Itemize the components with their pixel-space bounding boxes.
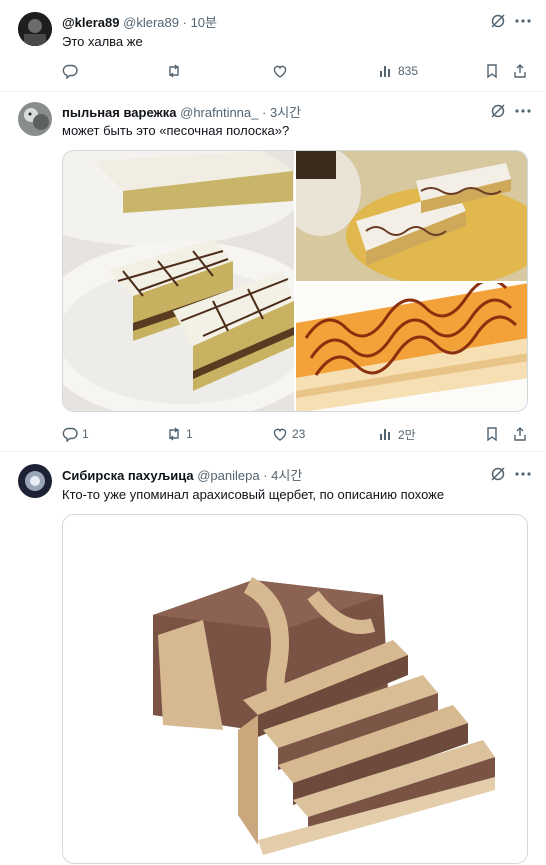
photo-mille-feuille[interactable]: [296, 283, 528, 412]
retweet-icon: [169, 427, 179, 441]
tweet-header: пыльная варежка @hrafntinna_ · 3시간: [62, 102, 301, 121]
display-name[interactable]: @klera89: [62, 15, 120, 30]
share-button[interactable]: [512, 61, 528, 81]
heart-icon: [273, 65, 287, 78]
timestamp[interactable]: 3시간: [270, 105, 301, 120]
reply-icon: [62, 427, 78, 442]
views-icon: [380, 66, 390, 77]
views-button[interactable]: 2만: [378, 424, 416, 444]
views-count: 2만: [398, 427, 416, 442]
tweet-actions: 1 1 23 2만: [60, 424, 530, 444]
tweet-header: Сибирска пахуљица @panilepa · 4시간: [62, 465, 302, 484]
reply-icon: [62, 64, 78, 79]
more-icon[interactable]: [514, 13, 532, 29]
retweet-icon: [169, 64, 179, 78]
display-name[interactable]: Сибирска пахуљица: [62, 468, 194, 483]
photo-pastry-plate[interactable]: [63, 151, 294, 412]
separator-dot: ·: [263, 468, 268, 483]
tweet-text: Кто-то уже упоминал арахисовый щербет, п…: [62, 487, 445, 502]
avatar[interactable]: [18, 464, 52, 498]
retweet-button[interactable]: [166, 61, 186, 81]
bookmark-button[interactable]: [484, 424, 500, 444]
reply-button[interactable]: [62, 61, 82, 81]
tweet-2[interactable]: пыльная варежка @hrafntinna_ · 3시간 может…: [0, 92, 546, 452]
user-handle[interactable]: @hrafntinna_: [180, 105, 258, 120]
bookmark-icon: [487, 64, 497, 79]
tweet-text: может быть это «песочная полоска»?: [62, 123, 290, 138]
media-single: [62, 514, 528, 864]
tweet-3[interactable]: Сибирска пахуљица @panilepa · 4시간 Кто-то…: [0, 452, 546, 865]
views-icon: [380, 429, 390, 440]
user-handle[interactable]: @klera89: [123, 15, 179, 30]
tweet-actions: 835: [60, 61, 530, 81]
reply-count: 1: [82, 427, 89, 441]
share-icon: [514, 64, 526, 78]
display-name[interactable]: пыльная варежка: [62, 105, 177, 120]
tweet-1[interactable]: @klera89 @klera89 · 10분 Это халва же 835: [0, 0, 546, 92]
bookmark-button[interactable]: [484, 61, 500, 81]
views-count: 835: [398, 64, 419, 78]
bookmark-icon: [487, 427, 497, 442]
retweet-button[interactable]: 1: [166, 424, 193, 444]
like-button[interactable]: 23: [272, 424, 305, 444]
more-icon[interactable]: [514, 466, 532, 482]
separator-dot: ·: [182, 15, 187, 30]
share-button[interactable]: [512, 424, 528, 444]
more-icon[interactable]: [514, 103, 532, 119]
tweet-header: @klera89 @klera89 · 10분: [62, 12, 217, 31]
timestamp[interactable]: 4시간: [271, 468, 302, 483]
views-button[interactable]: 835: [378, 61, 418, 81]
user-handle[interactable]: @panilepa: [197, 468, 259, 483]
grok-icon[interactable]: [490, 466, 506, 482]
retweet-count: 1: [186, 427, 193, 441]
photo-halva-slices[interactable]: [63, 515, 528, 864]
media-grid: [62, 150, 528, 412]
like-button[interactable]: [272, 61, 292, 81]
heart-icon: [273, 428, 287, 441]
share-icon: [514, 427, 526, 441]
tweet-text: Это халва же: [62, 34, 143, 49]
grok-icon[interactable]: [490, 13, 506, 29]
photo-pastry-coffee[interactable]: [296, 151, 528, 281]
timestamp[interactable]: 10분: [191, 15, 217, 30]
separator-dot: ·: [262, 105, 267, 120]
grok-icon[interactable]: [490, 103, 506, 119]
avatar[interactable]: [18, 12, 52, 46]
avatar[interactable]: [18, 102, 52, 136]
reply-button[interactable]: 1: [62, 424, 89, 444]
like-count: 23: [292, 427, 306, 441]
